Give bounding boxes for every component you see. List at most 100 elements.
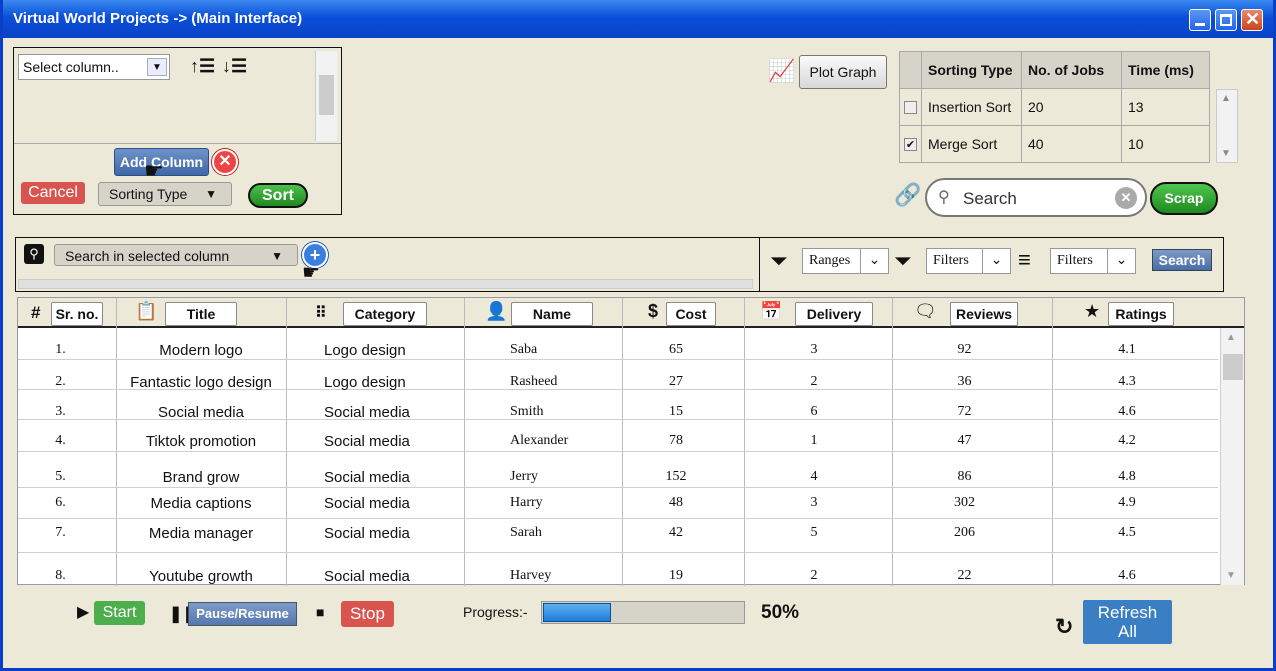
sr-cell: 1. bbox=[55, 342, 66, 357]
name-cell: Smith bbox=[510, 404, 544, 419]
person-icon: 👤 bbox=[485, 301, 508, 321]
reviews-cell: 72 bbox=[957, 404, 972, 419]
column-select-value: Select column.. bbox=[23, 59, 119, 75]
header-name[interactable]: Name bbox=[511, 302, 593, 326]
rating-cell: 4.2 bbox=[1118, 433, 1136, 448]
filter-icon: ⏷ bbox=[894, 248, 912, 273]
sr-cell: 7. bbox=[55, 525, 66, 540]
column-select[interactable]: Select column.. ▼ bbox=[18, 54, 170, 80]
reviews-cell: 92 bbox=[957, 342, 972, 357]
sr-cell: 6. bbox=[55, 495, 66, 510]
scroll-thumb[interactable] bbox=[319, 75, 334, 115]
sort-table-scrollbar[interactable]: ▲ ▼ bbox=[1216, 89, 1238, 163]
row-divider bbox=[18, 487, 1218, 488]
filter-search-button[interactable]: Search bbox=[1152, 249, 1212, 271]
progress-fill bbox=[543, 603, 611, 622]
cost-cell: 65 bbox=[669, 342, 683, 357]
reviews-cell: 86 bbox=[957, 469, 972, 484]
scrap-button[interactable]: Scrap bbox=[1150, 182, 1218, 215]
scroll-thumb[interactable] bbox=[1223, 354, 1243, 380]
main-window: Virtual World Projects -> (Main Interfac… bbox=[0, 0, 1276, 671]
category-cell: Logo design bbox=[324, 342, 406, 359]
reviews-cell: 47 bbox=[957, 433, 972, 448]
reviews-cell: 206 bbox=[954, 525, 975, 540]
sort-jobs-cell: 20 bbox=[1021, 88, 1122, 126]
header-cost[interactable]: Cost bbox=[666, 302, 716, 326]
sr-cell: 4. bbox=[55, 433, 66, 448]
sort-table-header: No. of Jobs bbox=[1021, 51, 1122, 89]
search-box[interactable]: ⚲ Search ✕ bbox=[925, 178, 1147, 217]
maximize-button[interactable] bbox=[1215, 9, 1237, 31]
scroll-down-icon[interactable]: ▼ bbox=[1226, 570, 1236, 581]
title-cell: Brand grow bbox=[162, 469, 240, 486]
title-cell: Media manager bbox=[148, 525, 254, 542]
sort-descending-icon[interactable]: ↓☰ bbox=[222, 56, 247, 77]
start-button[interactable]: Start bbox=[94, 601, 145, 625]
rating-cell: 4.8 bbox=[1118, 469, 1136, 484]
remove-column-icon[interactable]: ✕ bbox=[212, 149, 238, 175]
plot-graph-button[interactable]: Plot Graph bbox=[799, 55, 887, 89]
clear-search-icon[interactable]: ✕ bbox=[1115, 187, 1137, 209]
insertion-sort-checkbox[interactable] bbox=[904, 100, 917, 114]
filter-lines-icon: ≡ bbox=[1018, 247, 1031, 272]
scroll-up-icon[interactable]: ▲ bbox=[1221, 93, 1231, 104]
minimize-button[interactable] bbox=[1189, 9, 1211, 31]
link-icon[interactable]: 🔗 bbox=[894, 182, 921, 208]
sort-name-cell: Insertion Sort bbox=[921, 88, 1022, 126]
filters-select-1[interactable]: Filters ⌄ bbox=[926, 248, 1011, 274]
delivery-cell: 6 bbox=[810, 404, 818, 419]
sort-time-cell: 10 bbox=[1121, 125, 1210, 163]
ranges-select[interactable]: Ranges ⌄ bbox=[802, 248, 889, 274]
comment-icon: 🗨 bbox=[914, 301, 937, 321]
column-panel: Select column.. ▼ ↑☰ ↓☰ Add Column ✕ ☛ C… bbox=[13, 47, 342, 215]
pause-resume-button[interactable]: Pause/Resume bbox=[188, 602, 297, 626]
stop-button[interactable]: Stop bbox=[341, 601, 394, 627]
sorting-type-label: Sorting Type bbox=[109, 186, 188, 202]
sort-button[interactable]: Sort bbox=[248, 183, 308, 208]
filters-select-2[interactable]: Filters ⌄ bbox=[1050, 248, 1136, 274]
category-cell: Social media bbox=[324, 495, 410, 512]
title-cell: Fantastic logo design bbox=[130, 374, 272, 391]
cost-cell: 19 bbox=[669, 568, 683, 583]
column-list-scrollbar[interactable] bbox=[315, 51, 337, 141]
cost-cell: 152 bbox=[665, 469, 687, 484]
sort-ascending-icon[interactable]: ↑☰ bbox=[190, 56, 215, 77]
sorting-type-dropdown[interactable]: Sorting Type ▼ bbox=[98, 182, 232, 206]
column-search-dropdown[interactable]: Search in selected column ▼ bbox=[54, 244, 298, 266]
header-reviews[interactable]: Reviews bbox=[950, 302, 1018, 326]
header-title[interactable]: Title bbox=[165, 302, 237, 326]
filters-label: Filters bbox=[933, 253, 969, 268]
progress-percent: 50% bbox=[761, 602, 800, 623]
cost-cell: 27 bbox=[669, 374, 683, 389]
reviews-cell: 36 bbox=[957, 374, 972, 389]
search-input[interactable]: Search bbox=[963, 189, 1017, 209]
horizontal-scrollbar[interactable] bbox=[18, 279, 753, 289]
cost-cell: 42 bbox=[669, 525, 683, 540]
reviews-cell: 302 bbox=[954, 495, 975, 510]
category-cell: Social media bbox=[324, 404, 410, 421]
ranges-label: Ranges bbox=[809, 253, 851, 268]
cancel-button[interactable]: Cancel bbox=[21, 182, 85, 204]
scroll-up-icon[interactable]: ▲ bbox=[1226, 332, 1236, 343]
header-ratings[interactable]: Ratings bbox=[1108, 302, 1174, 326]
column-divider bbox=[464, 298, 465, 586]
sort-table-row: Insertion Sort 20 13 bbox=[899, 88, 1210, 126]
refresh-all-button[interactable]: Refresh All bbox=[1083, 600, 1172, 644]
clipboard-icon: 📋 bbox=[135, 301, 158, 321]
scroll-down-icon[interactable]: ▼ bbox=[1221, 148, 1231, 159]
progress-bar bbox=[541, 601, 745, 624]
calendar-clock-icon: 📅 bbox=[760, 301, 783, 321]
delivery-cell: 1 bbox=[810, 433, 818, 448]
chevron-down-icon: ▼ bbox=[147, 58, 167, 76]
header-delivery[interactable]: Delivery bbox=[795, 302, 873, 326]
category-cell: Social media bbox=[324, 469, 410, 486]
sort-jobs-cell: 40 bbox=[1021, 125, 1122, 163]
caret-down-icon: ▼ bbox=[205, 187, 217, 201]
sr-cell: 8. bbox=[55, 568, 66, 583]
table-scrollbar[interactable]: ▲ ▼ bbox=[1220, 328, 1244, 585]
header-srno[interactable]: Sr. no. bbox=[51, 302, 103, 326]
close-button[interactable]: ✕ bbox=[1241, 9, 1263, 31]
window-title: Virtual World Projects -> (Main Interfac… bbox=[13, 10, 303, 27]
header-category[interactable]: Category bbox=[343, 302, 427, 326]
merge-sort-checkbox[interactable]: ✔ bbox=[904, 137, 917, 151]
